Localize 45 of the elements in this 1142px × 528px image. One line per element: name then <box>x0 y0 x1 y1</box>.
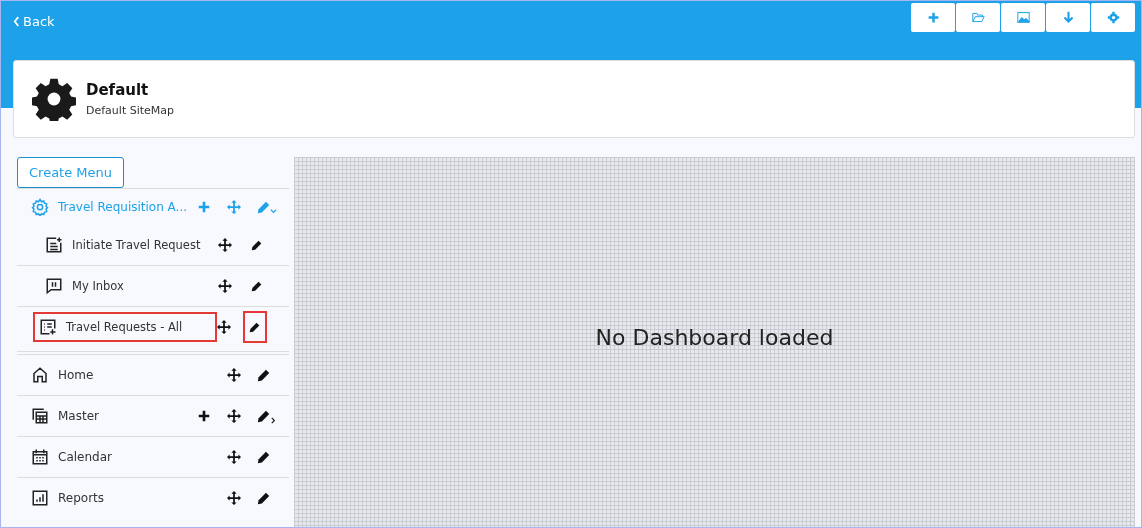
list-add-icon <box>39 318 57 336</box>
pencil-icon[interactable] <box>257 491 270 505</box>
menu-item[interactable]: Home <box>58 368 94 382</box>
folder-icon <box>971 11 985 24</box>
image-button[interactable] <box>1001 3 1045 32</box>
pencil-icon[interactable] <box>250 280 262 292</box>
chevron-left-icon <box>13 16 20 27</box>
empty-message: No Dashboard loaded <box>595 324 834 350</box>
pencil-icon[interactable] <box>257 450 270 464</box>
add-icon[interactable] <box>197 409 211 423</box>
menu-item[interactable]: Reports <box>58 491 105 505</box>
gear-icon <box>32 77 76 121</box>
move-icon[interactable] <box>218 238 233 252</box>
move-icon[interactable] <box>227 491 241 505</box>
pencil-icon[interactable] <box>257 368 270 382</box>
submenu-item[interactable]: My Inbox <box>72 279 124 293</box>
pencil-icon[interactable] <box>250 239 262 251</box>
chat-icon <box>45 277 63 295</box>
calendar-icon <box>31 448 49 466</box>
move-icon[interactable] <box>227 409 241 423</box>
gear-icon <box>31 198 49 216</box>
chevron-right-icon[interactable] <box>270 416 277 424</box>
plus-icon <box>926 11 940 24</box>
download-button[interactable] <box>1046 3 1090 32</box>
menu-item[interactable]: Master <box>58 409 99 423</box>
note-add-icon <box>45 236 63 254</box>
pencil-icon[interactable] <box>249 321 261 333</box>
menu-item[interactable]: Calendar <box>58 450 112 464</box>
image-icon <box>1016 11 1030 24</box>
calculator-icon <box>31 407 49 425</box>
sitemap-subtitle: Default SiteMap <box>86 104 175 117</box>
submenu-item[interactable]: Initiate Travel Request <box>72 238 201 252</box>
bar-chart-icon <box>31 489 49 507</box>
home-icon <box>31 366 49 384</box>
move-icon[interactable] <box>216 320 231 334</box>
arrow-down-icon <box>1061 11 1075 24</box>
pencil-icon[interactable] <box>257 409 270 423</box>
settings-icon <box>1106 11 1120 24</box>
sitemap-title: Default <box>86 81 150 99</box>
move-icon[interactable] <box>218 279 233 293</box>
move-icon[interactable] <box>227 368 241 382</box>
settings-button[interactable] <box>1091 3 1135 32</box>
move-icon[interactable] <box>227 450 241 464</box>
submenu-item[interactable]: Travel Requests - All <box>66 320 183 334</box>
chevron-down-icon[interactable] <box>270 207 277 215</box>
